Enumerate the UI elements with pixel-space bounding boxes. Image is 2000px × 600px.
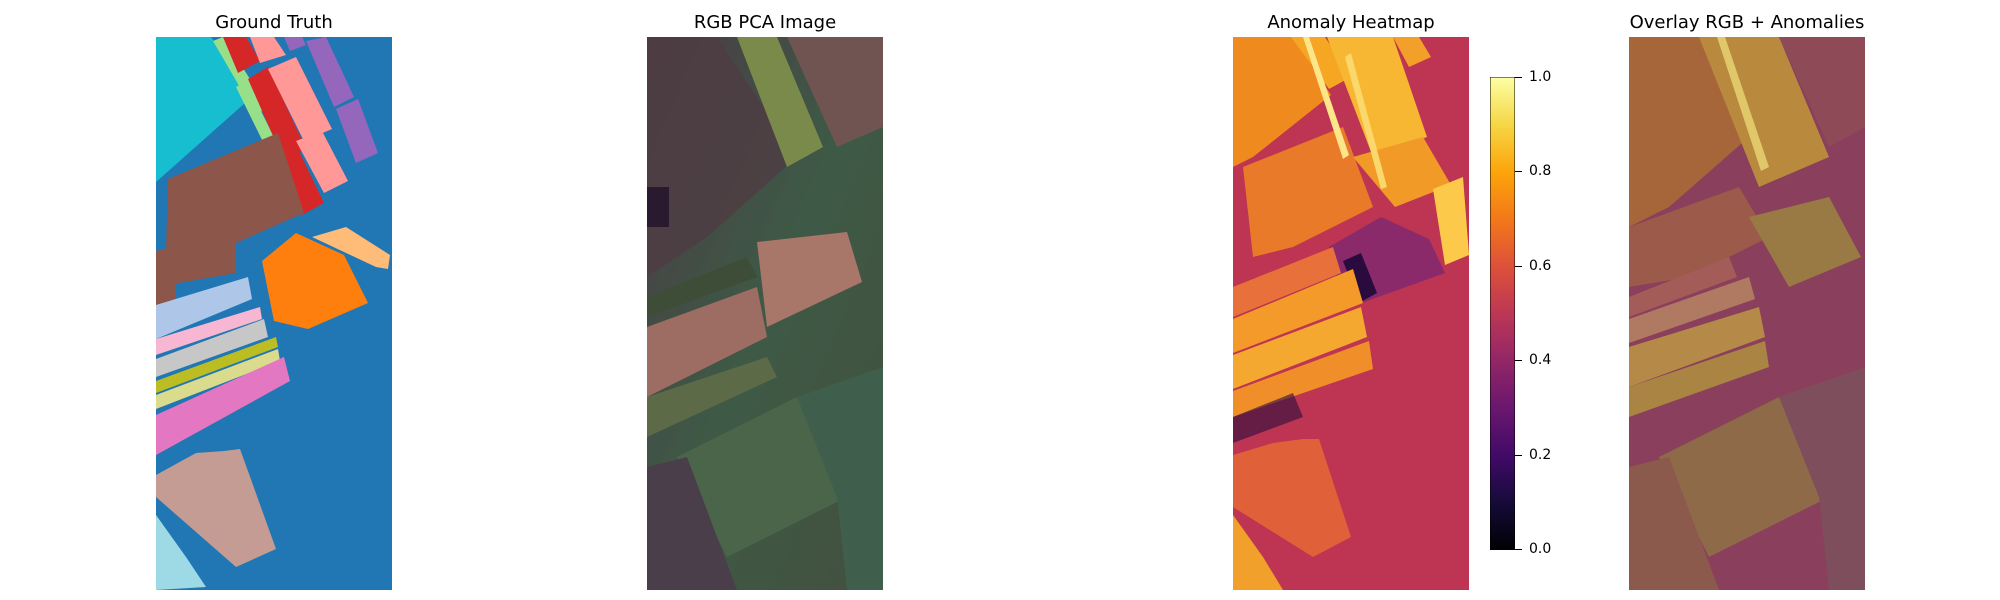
colorbar: [1489, 76, 1516, 551]
colorbar-tick: [1515, 266, 1522, 267]
colorbar-tick-label: 0.2: [1529, 447, 1552, 463]
panel-title-ground-truth: Ground Truth: [215, 12, 333, 33]
panel-title-anomaly-heatmap: Anomaly Heatmap: [1267, 12, 1435, 33]
ground-truth-image: [156, 37, 392, 590]
colorbar-tick-label: 1.0: [1529, 69, 1552, 85]
colorbar-tick-label: 0.4: [1529, 352, 1552, 368]
anomaly-heatmap-image: [1233, 37, 1469, 590]
colorbar-tick: [1515, 171, 1522, 172]
colorbar-tick-label: 0.8: [1529, 163, 1552, 179]
colorbar-tick: [1515, 360, 1522, 361]
panel-title-rgb-pca: RGB PCA Image: [693, 12, 837, 33]
colorbar-tick-label: 0.6: [1529, 258, 1552, 274]
colorbar-tick: [1515, 549, 1522, 550]
colorbar-tick: [1515, 455, 1522, 456]
overlay-image: [1629, 37, 1865, 590]
rgb-pca-image: [647, 37, 883, 590]
colorbar-tick: [1515, 77, 1522, 78]
colorbar-tick-label: 0.0: [1529, 541, 1552, 557]
panel-title-overlay: Overlay RGB + Anomalies: [1629, 12, 1865, 33]
